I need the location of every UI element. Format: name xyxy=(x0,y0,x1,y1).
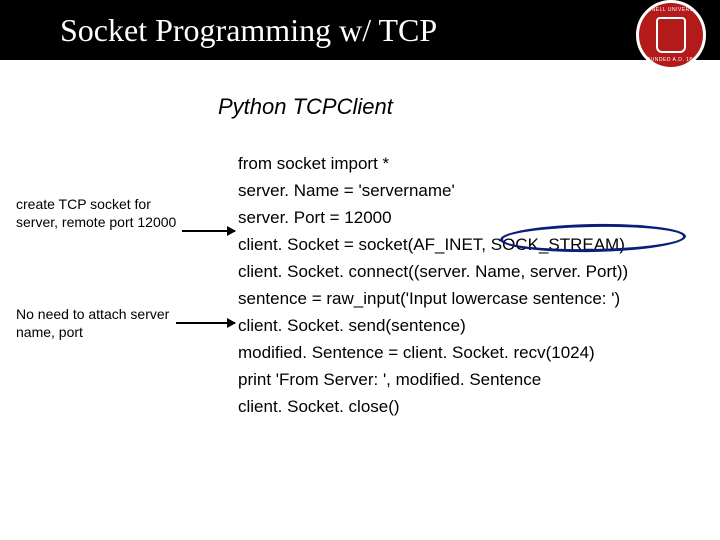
code-line: client. Socket. close() xyxy=(238,393,628,420)
arrow-icon xyxy=(182,230,235,232)
code-block: from socket import * server. Name = 'ser… xyxy=(238,150,628,420)
subtitle: Python TCPClient xyxy=(218,94,720,120)
code-line: print 'From Server: ', modified. Sentenc… xyxy=(238,366,628,393)
logo-text-top: CORNELL UNIVERSITY xyxy=(639,7,703,13)
code-line: modified. Sentence = client. Socket. rec… xyxy=(238,339,628,366)
annotation-no-attach: No need to attach server name, port xyxy=(16,305,196,341)
logo-text-bottom: FOUNDED A.D. 1865 xyxy=(639,57,703,63)
code-line: client. Socket. connect((server. Name, s… xyxy=(238,258,628,285)
slide-title: Socket Programming w/ TCP xyxy=(60,12,437,49)
arrow-icon xyxy=(176,322,235,324)
annotation-create-socket: create TCP socket for server, remote por… xyxy=(16,195,196,231)
cornell-logo: CORNELL UNIVERSITY FOUNDED A.D. 1865 xyxy=(636,0,706,70)
code-line: client. Socket. send(sentence) xyxy=(238,312,628,339)
code-line: server. Name = 'servername' xyxy=(238,177,628,204)
shield-icon xyxy=(656,17,686,53)
slide-header: Socket Programming w/ TCP CORNELL UNIVER… xyxy=(0,0,720,60)
code-line: sentence = raw_input('Input lowercase se… xyxy=(238,285,628,312)
code-line: from socket import * xyxy=(238,150,628,177)
